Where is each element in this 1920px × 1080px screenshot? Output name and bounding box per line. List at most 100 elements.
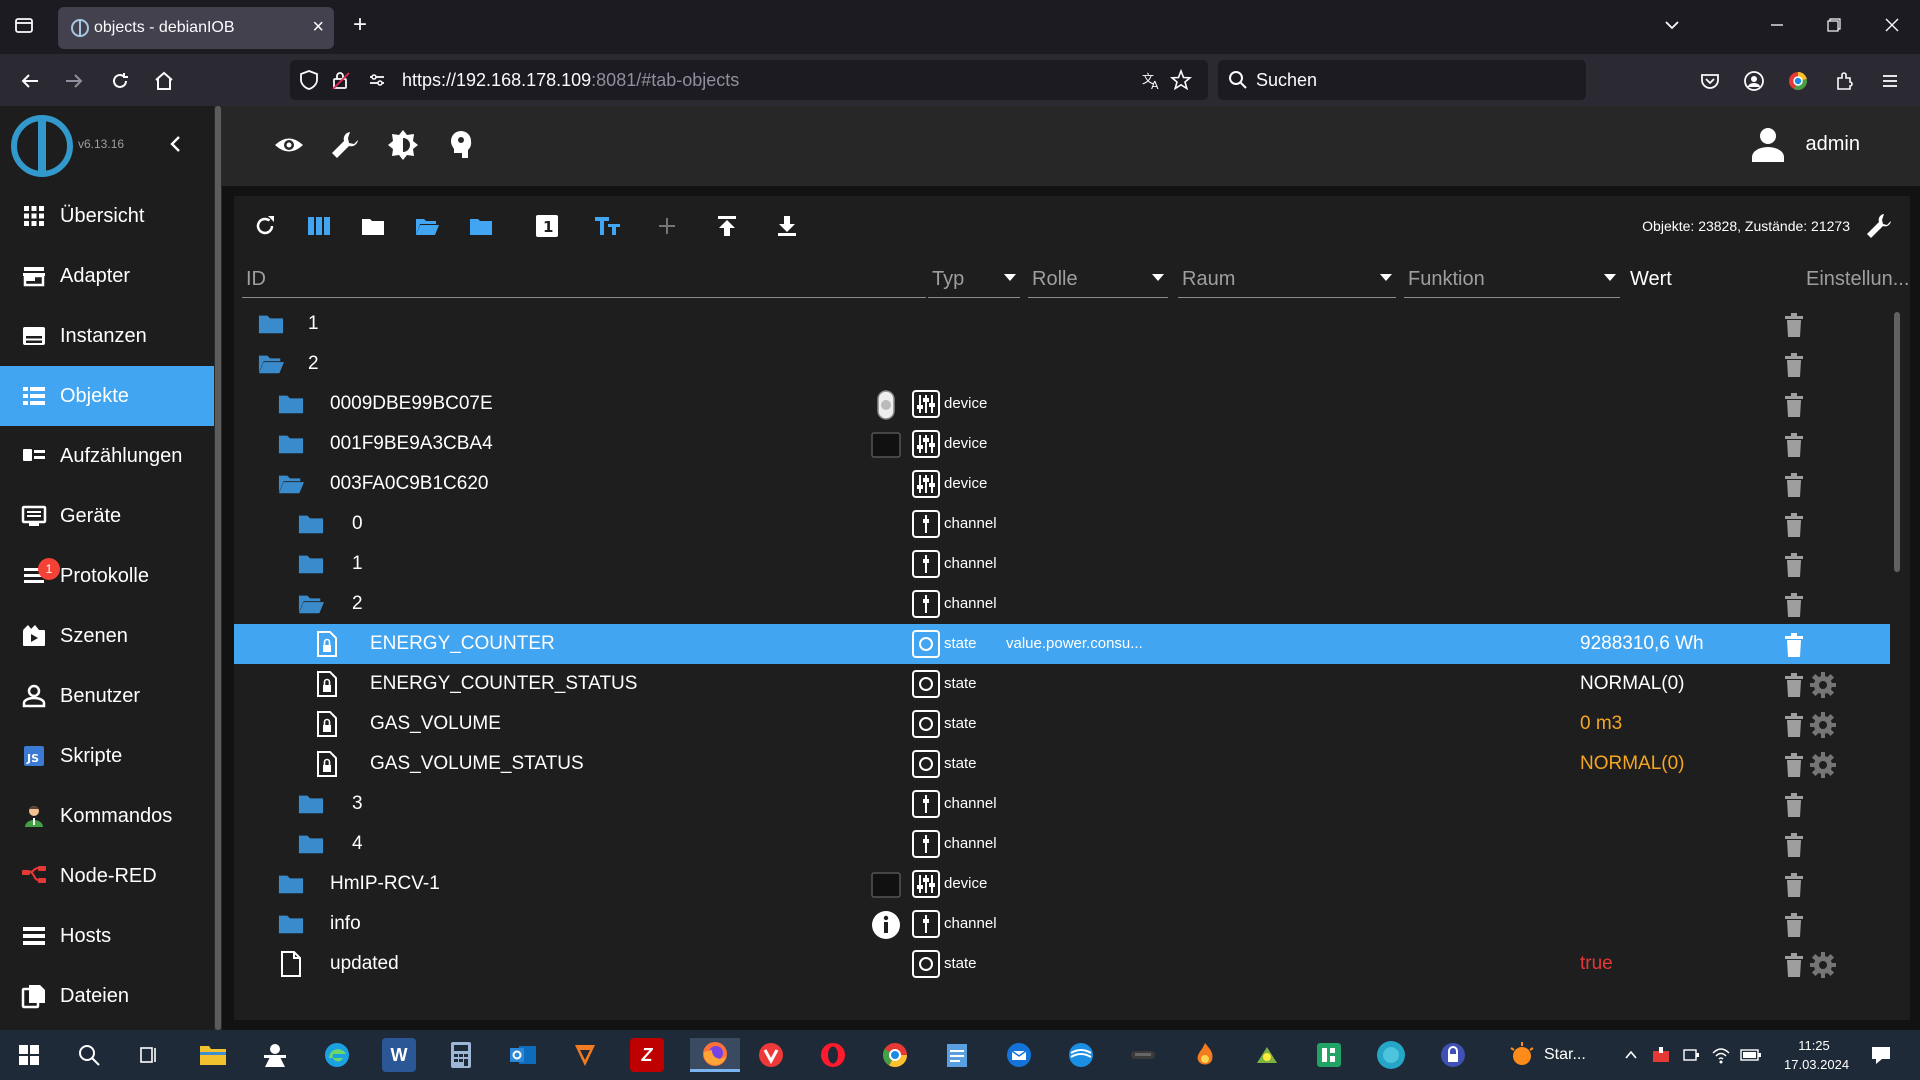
tray-monitor-icon[interactable] [1674,1038,1708,1072]
filter-type[interactable]: Typ [928,264,1020,298]
table-row[interactable]: ENERGY_COUNTER state value.power.consu... 9… [234,624,1890,664]
table-row[interactable]: 003FA0C9B1C620 device [234,464,1890,504]
sidebar-item-uebersicht[interactable]: Übersicht [0,186,214,246]
trash-icon[interactable] [1782,432,1806,458]
reload-icon[interactable] [106,67,134,95]
taskbar-clock[interactable]: 11:25 17.03.2024 [1784,1036,1849,1074]
start-app-icon[interactable]: Star... [1508,1038,1598,1072]
filter-role[interactable]: Rolle [1028,264,1168,298]
permissions-icon[interactable] [366,69,388,91]
new-tab-icon[interactable]: + [348,11,372,38]
app-grid-green-icon[interactable] [1312,1038,1346,1072]
custom-settings-gear-icon[interactable] [1810,672,1836,698]
vivaldi-icon[interactable] [754,1038,788,1072]
table-row[interactable]: 001F9BE9A3CBA4 device [234,424,1890,464]
opera-icon[interactable] [816,1038,850,1072]
sidebar-item-kommandos[interactable]: Kommandos [0,786,214,846]
menu-icon[interactable] [1876,67,1904,95]
vpn-icon[interactable] [1436,1038,1470,1072]
close-window-icon[interactable] [1880,13,1904,37]
outlook-icon[interactable] [506,1038,540,1072]
text-size-button[interactable] [592,211,622,241]
columns-button[interactable] [304,211,334,241]
trash-icon[interactable] [1782,552,1806,578]
trash-icon[interactable] [1782,672,1806,698]
eye-icon[interactable] [272,128,306,162]
file-explorer-icon[interactable] [196,1038,230,1072]
refresh-button[interactable] [250,211,280,241]
network-app-icon[interactable] [1064,1038,1098,1072]
terminal-app-icon[interactable] [1126,1038,1160,1072]
sidebar-item-dateien[interactable]: Dateien [0,966,214,1026]
trash-icon[interactable] [1782,712,1806,738]
sidebar-item-skripte[interactable]: JS Skripte [0,726,214,786]
trash-icon[interactable] [1782,392,1806,418]
sidebar-scroll-thumb[interactable] [215,106,221,1030]
sidebar-item-aufzaehlungen[interactable]: Aufzählungen [0,426,214,486]
chevron-down-icon[interactable] [1660,13,1684,37]
battery-icon[interactable] [1734,1038,1768,1072]
table-row[interactable]: ENERGY_COUNTER_STATUS state NORMAL(0) [234,664,1890,704]
filter-function[interactable]: Funktion [1404,264,1620,298]
taskbar-search-icon[interactable] [72,1038,106,1072]
sidebar-item-adapter[interactable]: Adapter [0,246,214,306]
table-row[interactable]: HmIP-RCV-1 device [234,864,1890,904]
chrome-icon[interactable] [878,1038,912,1072]
table-row[interactable]: GAS_VOLUME_STATUS state NORMAL(0) [234,744,1890,784]
word-icon[interactable]: W [382,1038,416,1072]
object-value[interactable]: 0 m3 [1580,713,1622,735]
vlc-icon[interactable] [568,1038,602,1072]
custom-settings-gear-icon[interactable] [1810,712,1836,738]
table-row[interactable]: 2 [234,344,1890,384]
sidebar-scrollbar[interactable] [214,106,222,1030]
account-icon[interactable] [1740,67,1768,95]
pocket-icon[interactable] [1696,67,1724,95]
sidebar-item-node-red[interactable]: Node-RED [0,846,214,906]
table-row[interactable]: 1 channel [234,544,1890,584]
upload-button[interactable] [712,211,742,241]
table-row[interactable]: GAS_VOLUME state 0 m3 [234,704,1890,744]
translate-icon[interactable]: 文A [1140,69,1162,91]
table-row[interactable]: 0009DBE99BC07E device [234,384,1890,424]
object-role[interactable]: value.power.consu... [1006,635,1143,652]
back-icon[interactable] [16,67,44,95]
close-tab-icon[interactable]: × [312,16,324,39]
tab-list-icon[interactable] [12,13,36,37]
custom-settings-gear-icon[interactable] [1810,752,1836,778]
table-row[interactable]: 1 [234,304,1890,344]
wifi-icon[interactable] [1704,1038,1738,1072]
firefox-icon[interactable] [690,1038,740,1072]
sidebar-item-geraete[interactable]: Geräte [0,486,214,546]
minimize-icon[interactable] [1765,13,1789,37]
table-row[interactable]: info channel [234,904,1890,944]
trash-icon[interactable] [1782,912,1806,938]
table-scroll-thumb[interactable] [1894,312,1900,572]
task-view-icon[interactable] [132,1038,166,1072]
sidebar-item-instanzen[interactable]: Instanzen [0,306,214,366]
restore-icon[interactable] [1822,13,1846,37]
iobroker-logo[interactable] [10,114,74,178]
expand-all-button[interactable] [412,211,442,241]
sidebar-item-objekte[interactable]: Objekte [0,366,214,426]
trash-icon[interactable] [1782,312,1806,338]
table-row[interactable]: 3 channel [234,784,1890,824]
brightness-icon[interactable] [386,128,420,162]
notepad-icon[interactable] [940,1038,974,1072]
object-value[interactable]: 9288310,6 Wh [1580,633,1704,655]
app-green-icon[interactable] [1250,1038,1284,1072]
browser-tab[interactable]: objects - debianIOB × [58,7,334,49]
trash-icon[interactable] [1782,632,1806,658]
trash-icon[interactable] [1782,472,1806,498]
table-scrollbar[interactable] [1892,302,1902,1018]
sidebar-item-protokolle[interactable]: 1 Protokolle [0,546,214,606]
app-teal-icon[interactable] [1374,1038,1408,1072]
trash-icon[interactable] [1782,832,1806,858]
object-value[interactable]: NORMAL(0) [1580,673,1685,695]
table-row[interactable]: 2 channel [234,584,1890,624]
table-row[interactable]: updated state true [234,944,1890,984]
sidebar-item-benutzer[interactable]: Benutzer [0,666,214,726]
calculator-icon[interactable] [444,1038,478,1072]
custom-settings-gear-icon[interactable] [1810,952,1836,978]
edge-icon[interactable] [320,1038,354,1072]
table-row[interactable]: 4 channel [234,824,1890,864]
